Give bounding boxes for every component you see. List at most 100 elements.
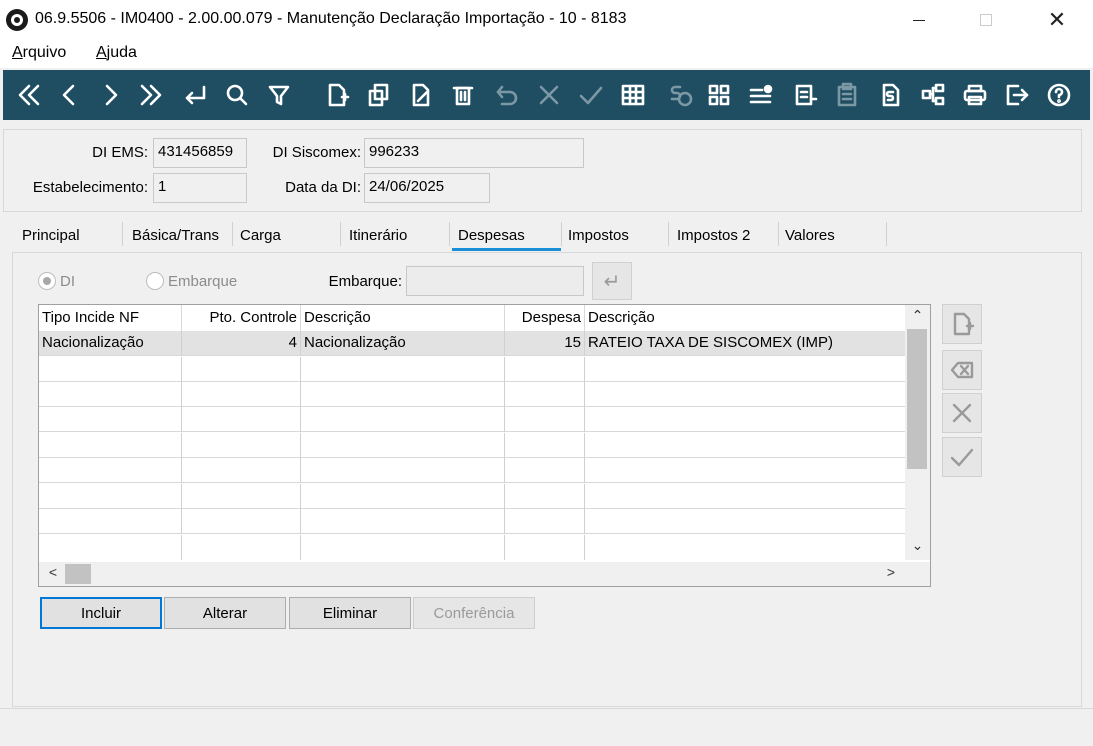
filter-button[interactable] bbox=[261, 76, 297, 114]
column-header-descricao-despesa[interactable]: Descrição bbox=[585, 305, 905, 331]
column-header-tipo-incide-nf[interactable]: Tipo Incide NF bbox=[39, 305, 182, 331]
minimize-button[interactable] bbox=[888, 0, 950, 40]
edit-icon bbox=[412, 83, 430, 107]
scroll-thumb[interactable] bbox=[65, 564, 91, 584]
table-row[interactable] bbox=[39, 407, 905, 432]
menu-ajuda-accel: A bbox=[96, 44, 107, 61]
menu-arquivo[interactable]: Arquivo bbox=[12, 44, 66, 62]
next-record-button[interactable] bbox=[93, 76, 129, 114]
di-siscomex-field[interactable]: 996233 bbox=[364, 138, 584, 168]
tab-basica-trans[interactable]: Básica/Trans bbox=[132, 219, 228, 251]
empty-cell bbox=[505, 382, 585, 407]
close-button[interactable]: ✕ bbox=[1026, 0, 1088, 40]
vertical-scrollbar[interactable]: ⌃ ⌄ bbox=[905, 305, 930, 560]
table-row[interactable] bbox=[39, 484, 905, 509]
first-record-button[interactable] bbox=[11, 76, 47, 114]
enter-icon: ↵ bbox=[603, 270, 621, 293]
tree-button[interactable] bbox=[915, 76, 951, 114]
table-row[interactable] bbox=[39, 433, 905, 458]
scroll-left-icon[interactable]: < bbox=[43, 564, 63, 584]
list-alert-button[interactable] bbox=[743, 76, 779, 114]
data-di-field[interactable]: 24/06/2025 bbox=[364, 173, 490, 203]
cancel-button[interactable] bbox=[531, 76, 567, 114]
help-icon bbox=[1047, 83, 1071, 107]
delete-button[interactable] bbox=[445, 76, 481, 114]
last-record-button[interactable] bbox=[133, 76, 169, 114]
table-row[interactable] bbox=[39, 509, 905, 534]
cancel-row-button[interactable] bbox=[942, 393, 982, 433]
empty-cell bbox=[505, 509, 585, 534]
copy-icon bbox=[368, 83, 389, 107]
tab-principal[interactable]: Principal bbox=[22, 219, 122, 251]
cancel-icon bbox=[952, 403, 972, 423]
estabelecimento-field[interactable]: 1 bbox=[153, 173, 247, 203]
scroll-down-icon[interactable]: ⌄ bbox=[905, 537, 930, 557]
confirm-row-button[interactable] bbox=[942, 437, 982, 477]
di-ems-field[interactable]: 431456859 bbox=[153, 138, 247, 168]
exit-button[interactable] bbox=[999, 76, 1035, 114]
eliminar-button[interactable]: Eliminar bbox=[289, 597, 411, 629]
column-header-descricao[interactable]: Descrição bbox=[301, 305, 505, 331]
goto-button[interactable] bbox=[177, 76, 213, 114]
radio-di[interactable]: DI bbox=[38, 272, 75, 290]
tab-itinerario[interactable]: Itinerário bbox=[349, 219, 449, 251]
search-button[interactable] bbox=[219, 76, 255, 114]
estabelecimento-label: Estabelecimento: bbox=[32, 179, 148, 196]
clipboard-button[interactable] bbox=[829, 76, 865, 114]
table-row[interactable]: Nacionalização 4 Nacionalização 15 RATEI… bbox=[39, 331, 905, 356]
tab-impostos-2[interactable]: Impostos 2 bbox=[677, 219, 777, 251]
empty-cell bbox=[301, 357, 505, 382]
table-row[interactable] bbox=[39, 357, 905, 382]
document-money-button[interactable] bbox=[873, 76, 909, 114]
maximize-button[interactable] bbox=[955, 0, 1017, 40]
conferencia-button[interactable]: Conferência bbox=[413, 597, 535, 629]
empty-cell bbox=[301, 407, 505, 432]
tab-strip: Principal Básica/Trans Carga Itinerário … bbox=[12, 219, 1082, 252]
print-icon bbox=[963, 84, 987, 106]
clear-row-button[interactable] bbox=[942, 350, 982, 390]
scroll-up-icon[interactable]: ⌃ bbox=[905, 307, 930, 327]
print-button[interactable] bbox=[957, 76, 993, 114]
table-row[interactable] bbox=[39, 382, 905, 407]
new-row-button[interactable] bbox=[942, 304, 982, 344]
previous-record-button[interactable] bbox=[51, 76, 87, 114]
tab-valores[interactable]: Valores bbox=[785, 219, 885, 251]
empty-cell bbox=[301, 458, 505, 483]
radio-di-label: DI bbox=[60, 272, 75, 290]
empty-cell bbox=[182, 484, 301, 509]
edit-button[interactable] bbox=[403, 76, 439, 114]
menu-bar: Arquivo Ajuda bbox=[0, 40, 1093, 68]
alterar-button[interactable]: Alterar bbox=[164, 597, 286, 629]
table-row[interactable] bbox=[39, 535, 905, 560]
column-header-pto-controle[interactable]: Pto. Controle bbox=[182, 305, 301, 331]
delete-icon bbox=[452, 86, 474, 106]
embarque-goto-button[interactable]: ↵ bbox=[592, 262, 632, 300]
embarque-field[interactable] bbox=[406, 266, 584, 296]
table-row[interactable] bbox=[39, 458, 905, 483]
grid-button[interactable] bbox=[615, 76, 651, 114]
column-header-despesa[interactable]: Despesa bbox=[505, 305, 585, 331]
horizontal-scrollbar[interactable]: < > bbox=[39, 562, 930, 586]
di-ems-label: DI EMS: bbox=[92, 144, 148, 161]
scroll-right-icon[interactable]: > bbox=[881, 564, 901, 584]
menu-ajuda[interactable]: Ajuda bbox=[96, 44, 137, 62]
copy-button[interactable] bbox=[361, 76, 397, 114]
new-button[interactable] bbox=[319, 76, 355, 114]
incluir-button[interactable]: Incluir bbox=[40, 597, 162, 629]
tab-impostos[interactable]: Impostos bbox=[568, 219, 668, 251]
help-button[interactable] bbox=[1041, 76, 1077, 114]
currency-button[interactable] bbox=[663, 76, 699, 114]
tab-despesas[interactable]: Despesas bbox=[452, 219, 561, 251]
empty-cell bbox=[39, 382, 182, 407]
confirm-button[interactable] bbox=[573, 76, 609, 114]
empty-cell bbox=[182, 458, 301, 483]
despesas-grid[interactable]: Tipo Incide NF Pto. Controle Descrição D… bbox=[38, 304, 931, 587]
report-button[interactable] bbox=[787, 76, 823, 114]
empty-cell bbox=[301, 433, 505, 458]
scroll-thumb[interactable] bbox=[907, 329, 927, 469]
tab-carga[interactable]: Carga bbox=[240, 219, 340, 251]
radio-embarque[interactable]: Embarque bbox=[146, 272, 237, 290]
apps-button[interactable] bbox=[701, 76, 737, 114]
undo-button[interactable] bbox=[489, 76, 525, 114]
tab-separator bbox=[668, 222, 669, 246]
